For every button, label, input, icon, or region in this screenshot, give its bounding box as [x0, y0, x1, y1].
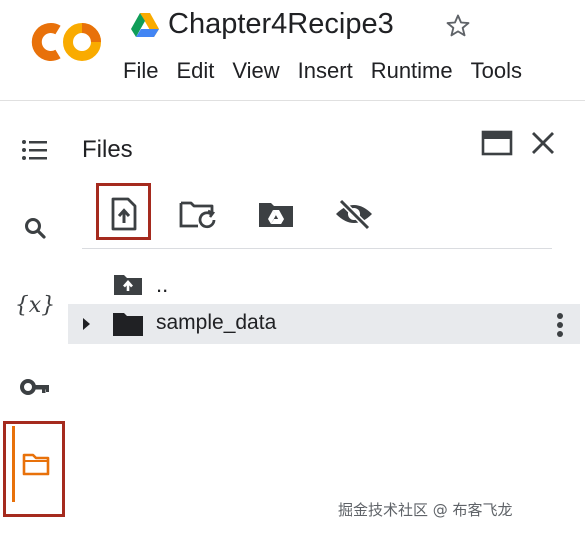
search-icon[interactable] [20, 213, 50, 243]
notebook-title[interactable]: Chapter4Recipe3 [168, 8, 394, 41]
watermark: 掘金技术社区 @ 布客飞龙 [338, 501, 513, 519]
file-name: sample_data [156, 311, 277, 334]
upload-file-icon[interactable] [104, 194, 144, 234]
refresh-folder-icon[interactable] [178, 194, 218, 234]
expand-caret-icon[interactable] [83, 318, 90, 330]
header-divider [0, 100, 585, 101]
menu-file[interactable]: File [123, 58, 158, 84]
folder-up-icon [114, 275, 142, 295]
colab-logo[interactable]: CO [26, 18, 102, 66]
secrets-key-icon[interactable] [20, 372, 50, 402]
hide-files-icon[interactable] [334, 194, 374, 234]
menu-insert[interactable]: Insert [298, 58, 353, 84]
mount-drive-icon[interactable] [256, 194, 296, 234]
menu-view[interactable]: View [232, 58, 279, 84]
folder-icon [113, 313, 143, 336]
table-of-contents-icon[interactable] [20, 135, 50, 165]
open-in-tab-icon[interactable] [480, 126, 514, 160]
active-indicator [12, 426, 15, 502]
parent-directory-label: .. [156, 272, 169, 297]
menu-runtime[interactable]: Runtime [371, 58, 453, 84]
close-icon[interactable] [526, 126, 560, 160]
files-icon[interactable] [21, 449, 51, 479]
star-icon[interactable] [444, 12, 472, 40]
menu-tools[interactable]: Tools [471, 58, 522, 84]
files-panel-title: Files [82, 136, 133, 163]
variables-icon[interactable]: {x} [15, 290, 55, 320]
menu-bar: File Edit View Insert Runtime Tools [123, 58, 540, 84]
list-item[interactable]: sample_data [68, 304, 580, 344]
toolbar-divider [82, 248, 552, 249]
more-options-icon[interactable] [550, 310, 570, 340]
parent-directory-row[interactable]: .. [112, 268, 168, 300]
menu-edit[interactable]: Edit [176, 58, 214, 84]
google-drive-icon [131, 13, 159, 37]
